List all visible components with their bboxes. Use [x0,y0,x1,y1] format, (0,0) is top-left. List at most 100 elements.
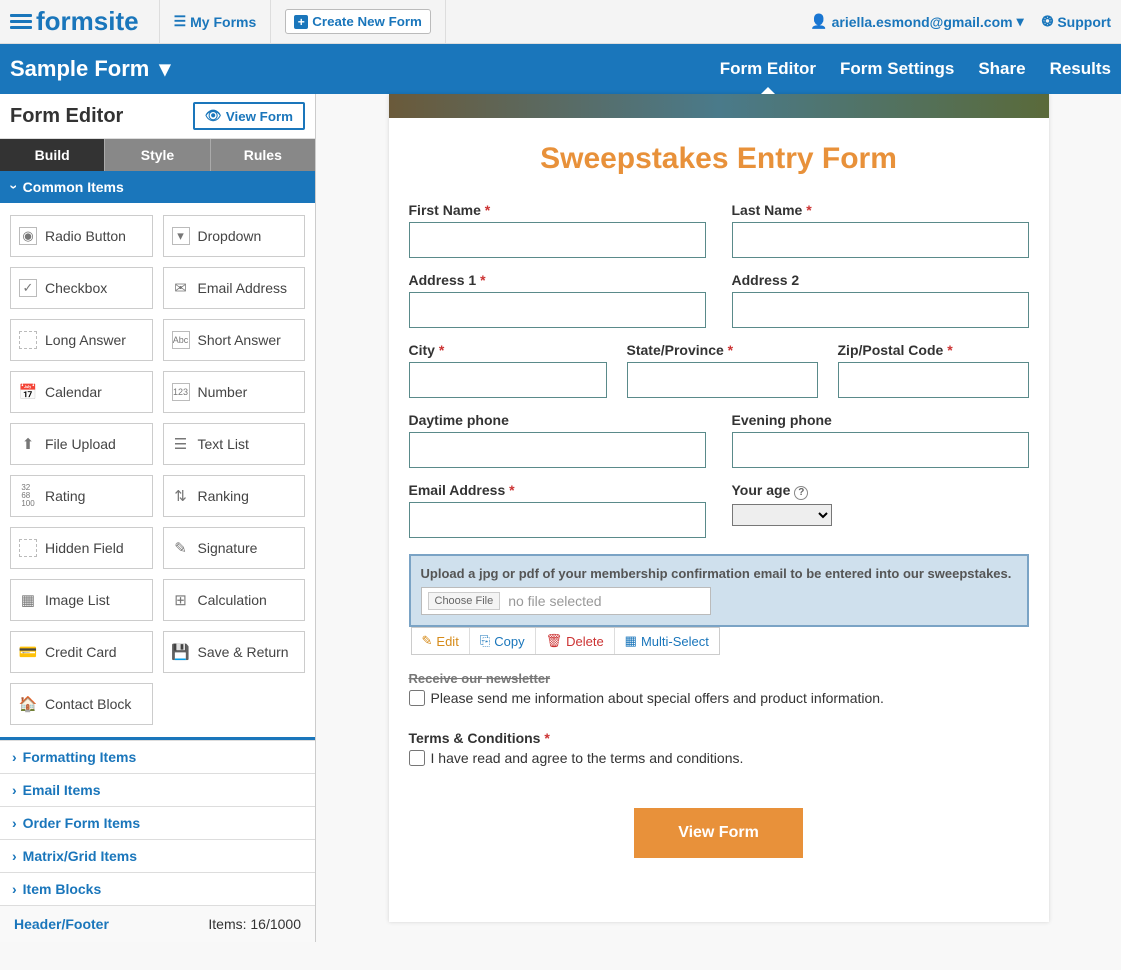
label-first-name: First Name * [409,202,706,218]
number-icon: 123 [172,383,190,401]
input-last-name[interactable] [732,222,1029,258]
signature-icon: ✎ [172,539,190,557]
create-form-container: + Create New Form [270,0,446,44]
view-form-button[interactable]: 👁 View Form [193,102,305,130]
dropdown-icon: ▾ [172,227,190,245]
input-city[interactable] [409,362,607,398]
upload-label: Upload a jpg or pdf of your membership c… [421,566,1017,581]
brand-text: formsite [36,6,139,37]
checkbox-newsletter[interactable] [409,690,425,706]
item-email[interactable]: ✉Email Address [163,267,306,309]
ranking-icon: ⇅ [172,487,190,505]
action-multi-select[interactable]: ▦Multi-Select [615,628,719,654]
item-dropdown[interactable]: ▾Dropdown [163,215,306,257]
editor-mode-tabs: Build Style Rules [0,139,315,171]
chevron-right-icon [12,848,17,864]
checkbox-terms[interactable] [409,750,425,766]
form-banner-image [389,94,1049,118]
list-icon: ☰ [172,435,190,453]
choose-file-button[interactable]: Choose File [428,592,501,610]
item-credit-card[interactable]: 💳Credit Card [10,631,153,673]
chevron-down-icon [12,179,17,195]
input-zip[interactable] [838,362,1029,398]
radio-icon: ◉ [19,227,37,245]
top-bar: formsite ☰ My Forms + Create New Form 👤 … [0,0,1121,44]
form-name-dropdown[interactable]: Sample Form ▾ [10,56,170,82]
label-age: Your age ? [732,482,1029,500]
item-image-list[interactable]: ▦Image List [10,579,153,621]
terms-header: Terms & Conditions * [409,730,1029,746]
grid-icon: ▦ [625,633,637,649]
user-menu[interactable]: 👤 ariella.esmond@gmail.com ▾ [810,13,1023,30]
brand-logo[interactable]: formsite [10,6,159,37]
seg-rules[interactable]: Rules [210,139,315,171]
label-daytime-phone: Daytime phone [409,412,706,428]
select-age[interactable] [732,504,832,526]
section-email-items[interactable]: Email Items [0,773,315,806]
my-forms-link[interactable]: ☰ My Forms [159,0,271,44]
item-file-upload[interactable]: ⬆File Upload [10,423,153,465]
newsletter-header: Receive our newsletter [409,671,1029,686]
label-evening-phone: Evening phone [732,412,1029,428]
item-checkbox[interactable]: ✓Checkbox [10,267,153,309]
tab-results[interactable]: Results [1050,45,1111,93]
upload-field-selected[interactable]: Upload a jpg or pdf of your membership c… [409,554,1029,627]
help-icon[interactable]: ? [794,486,808,500]
item-short-answer[interactable]: AbcShort Answer [163,319,306,361]
create-new-form-button[interactable]: + Create New Form [285,9,431,34]
item-rating[interactable]: 3268100Rating [10,475,153,517]
tab-form-settings[interactable]: Form Settings [840,45,954,93]
input-email[interactable] [409,502,706,538]
action-edit[interactable]: ✎Edit [412,628,470,654]
imagelist-icon: ▦ [19,591,37,609]
item-text-list[interactable]: ☰Text List [163,423,306,465]
item-save-return[interactable]: 💾Save & Return [163,631,306,673]
item-hidden-field[interactable]: Hidden Field [10,527,153,569]
support-link[interactable]: ❂ Support [1042,13,1111,30]
input-state[interactable] [627,362,818,398]
section-common-items[interactable]: Common Items [0,171,315,203]
header-footer-link[interactable]: Header/Footer [14,916,109,932]
item-radio-button[interactable]: ◉Radio Button [10,215,153,257]
input-daytime-phone[interactable] [409,432,706,468]
file-status: no file selected [508,593,601,609]
caret-down-icon: ▾ [159,56,170,82]
checkbox-icon: ✓ [19,279,37,297]
item-contact-block[interactable]: 🏠Contact Block [10,683,153,725]
seg-build[interactable]: Build [0,139,104,171]
file-input-row[interactable]: Choose File no file selected [421,587,711,615]
lifebuoy-icon: ❂ [1042,13,1054,30]
item-ranking[interactable]: ⇅Ranking [163,475,306,517]
calendar-icon: 📅 [19,383,37,401]
item-long-answer[interactable]: Long Answer [10,319,153,361]
text-icon: Abc [172,331,190,349]
section-matrix-grid-items[interactable]: Matrix/Grid Items [0,839,315,872]
item-calculation[interactable]: ⊞Calculation [163,579,306,621]
input-evening-phone[interactable] [732,432,1029,468]
input-address1[interactable] [409,292,706,328]
section-formatting-items[interactable]: Formatting Items [0,740,315,773]
action-copy[interactable]: ⎘Copy [470,628,536,654]
label-zip: Zip/Postal Code * [838,342,1029,358]
eye-icon: 👁 [205,108,222,124]
item-calendar[interactable]: 📅Calendar [10,371,153,413]
item-count: Items: 16/1000 [208,916,301,932]
copy-icon: ⎘ [480,633,490,649]
section-order-form-items[interactable]: Order Form Items [0,806,315,839]
item-signature[interactable]: ✎Signature [163,527,306,569]
action-delete[interactable]: 🗑Delete [536,628,615,654]
seg-style[interactable]: Style [104,139,209,171]
view-form-submit-button[interactable]: View Form [634,808,803,858]
input-first-name[interactable] [409,222,706,258]
tab-share[interactable]: Share [978,45,1025,93]
section-item-blocks[interactable]: Item Blocks [0,872,315,905]
label-last-name: Last Name * [732,202,1029,218]
form-nav-bar: Sample Form ▾ Form Editor Form Settings … [0,44,1121,94]
upload-icon: ⬆ [19,435,37,453]
item-number[interactable]: 123Number [163,371,306,413]
tab-form-editor[interactable]: Form Editor [720,45,816,93]
chevron-right-icon [12,782,17,798]
sidebar: Form Editor 👁 View Form Build Style Rule… [0,94,316,942]
input-address2[interactable] [732,292,1029,328]
label-address1: Address 1 * [409,272,706,288]
